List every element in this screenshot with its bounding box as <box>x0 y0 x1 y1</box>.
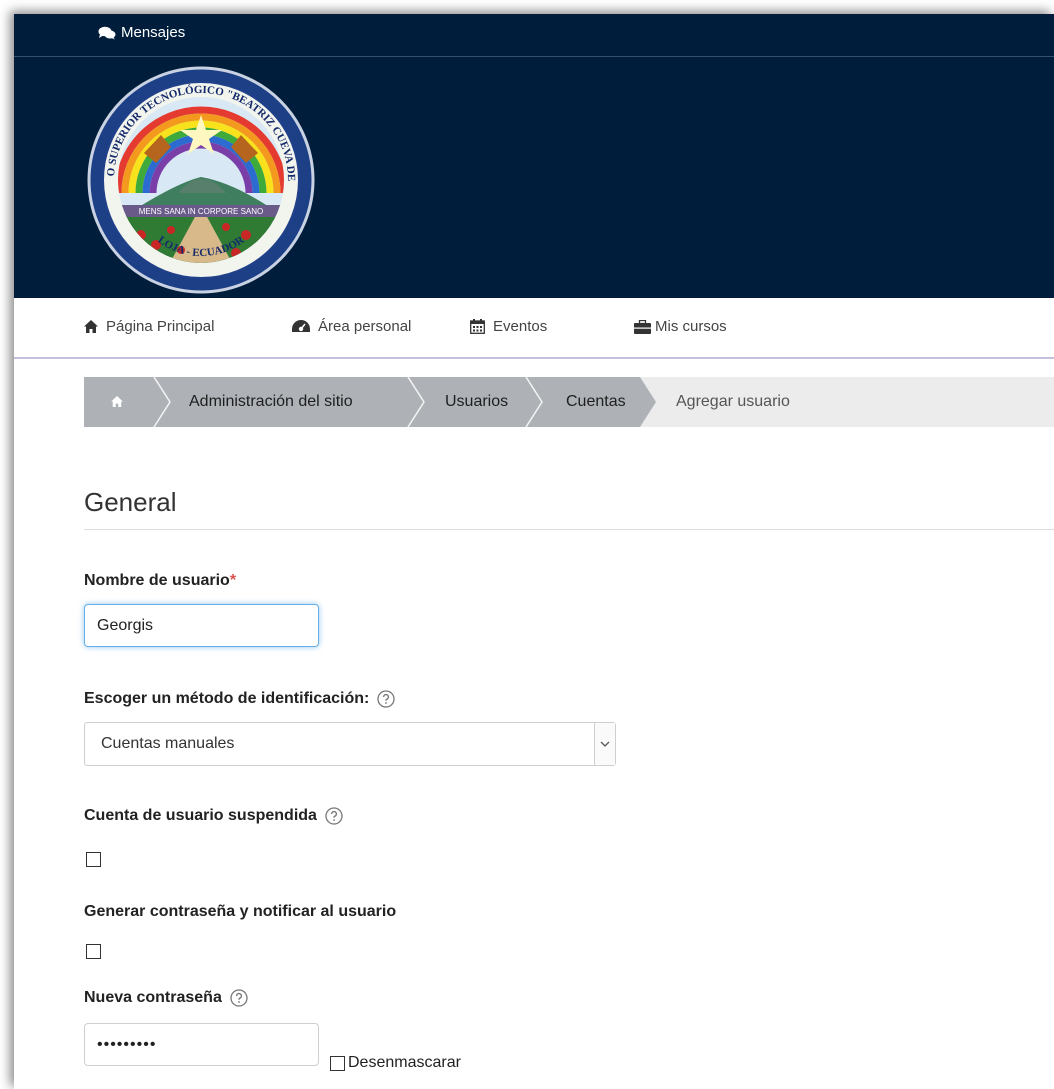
top-navbar: Mensajes <box>14 14 1054 57</box>
breadcrumb-separator <box>632 377 656 427</box>
suspended-label: Cuenta de usuario suspendida <box>84 807 343 825</box>
nav-item-dashboard[interactable]: Área personal <box>292 318 411 335</box>
home-icon <box>84 320 98 333</box>
breadcrumb-item-label: Usuarios <box>445 393 509 410</box>
unmask-checkbox[interactable] <box>330 1055 345 1071</box>
breadcrumb-separator <box>146 377 171 427</box>
nav-item-events[interactable]: Eventos <box>470 318 547 335</box>
help-icon[interactable] <box>325 807 343 825</box>
breadcrumb-item-label: Cuentas <box>566 393 626 410</box>
help-icon[interactable] <box>377 690 396 708</box>
nav-item-dashboard-label: Área personal <box>318 318 412 335</box>
nav-item-home-label: Página Principal <box>106 318 215 335</box>
nav-item-events-label: Eventos <box>493 318 548 335</box>
required-mark: * <box>229 572 237 589</box>
home-icon <box>111 396 123 407</box>
calendar-icon <box>470 319 485 334</box>
username-label-text: Nombre de usuario <box>84 572 230 589</box>
help-icon[interactable] <box>230 989 248 1007</box>
suspended-checkbox[interactable] <box>86 852 101 867</box>
breadcrumb-item-label: Administración del sitio <box>189 393 353 410</box>
logo-motto: MENS SANA IN CORPORE SANO <box>139 207 263 216</box>
chevron-down-icon <box>594 723 615 765</box>
dashboard-icon <box>292 320 310 332</box>
breadcrumb-separator <box>518 377 543 427</box>
auth-method-label: Escoger un método de identificación: <box>84 690 396 708</box>
nav-item-home[interactable]: Página Principal <box>84 318 214 335</box>
auth-method-label-text: Escoger un método de identificación: <box>84 690 370 707</box>
briefcase-icon <box>634 319 651 334</box>
new-password-label: Nueva contraseña <box>84 989 248 1007</box>
new-password-masked-value: ••••••••• <box>97 1036 157 1053</box>
generate-password-checkbox[interactable] <box>86 944 101 959</box>
username-input[interactable] <box>84 604 319 647</box>
unmask-password-toggle[interactable]: Desenmascarar <box>330 1054 461 1072</box>
section-title: General <box>84 487 177 517</box>
new-password-label-text: Nueva contraseña <box>84 989 222 1006</box>
auth-method-select[interactable]: Cuentas manuales <box>84 722 616 766</box>
new-password-input[interactable]: ••••••••• <box>84 1023 319 1066</box>
messages-label: Mensajes <box>121 24 186 41</box>
breadcrumb-separator <box>400 377 425 427</box>
generate-password-label-text: Generar contraseña y notificar al usuari… <box>84 903 397 920</box>
nav-item-my-courses-label: Mis cursos <box>655 318 727 335</box>
nav-item-my-courses[interactable]: Mis cursos <box>634 318 727 335</box>
suspended-label-text: Cuenta de usuario suspendida <box>84 807 317 824</box>
section-divider <box>84 529 1054 530</box>
unmask-label: Desenmascarar <box>348 1054 461 1071</box>
generate-password-label: Generar contraseña y notificar al usuari… <box>84 903 396 921</box>
messages-link[interactable]: Mensajes <box>98 24 185 41</box>
main-navigation: Página Principal Área personal Eventos M… <box>14 298 1054 359</box>
username-label: Nombre de usuario * <box>84 572 236 590</box>
auth-method-selected: Cuentas manuales <box>101 735 235 752</box>
breadcrumb: Administración del sitio Usuarios Cuenta… <box>84 377 1054 427</box>
comments-icon <box>98 26 116 39</box>
breadcrumb-current: Agregar usuario <box>676 393 790 410</box>
institute-logo[interactable]: MENS SANA IN CORPORE SANO INSTITUTO SUPE… <box>86 65 316 295</box>
breadcrumb-item-site-admin[interactable]: Administración del sitio <box>154 377 408 427</box>
site-header: MENS SANA IN CORPORE SANO INSTITUTO SUPE… <box>14 57 1054 298</box>
page: Mensajes MENS SANA IN CORPORE SANO O SUP… <box>14 14 1054 1089</box>
breadcrumb-home[interactable] <box>84 377 154 427</box>
